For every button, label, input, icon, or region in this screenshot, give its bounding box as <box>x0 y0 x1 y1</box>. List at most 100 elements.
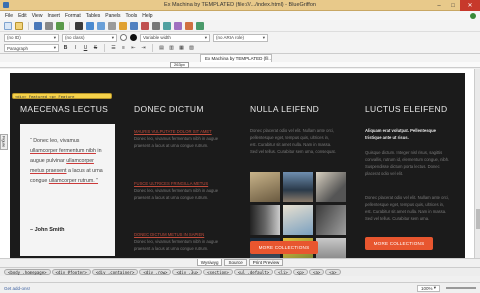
col4-text: convallis, rutrum id, elementum congue, … <box>365 157 450 162</box>
script-icon[interactable] <box>185 21 193 30</box>
tab-wysiwyg[interactable]: Wysiwyg <box>196 259 223 266</box>
more-collections-button[interactable]: MORE COLLECTIONS <box>365 237 433 250</box>
table-icon[interactable] <box>130 21 138 30</box>
close-button[interactable]: ✕ <box>460 0 480 11</box>
bg-color-icon[interactable] <box>130 34 137 41</box>
publish-icon[interactable] <box>56 21 64 30</box>
breadcrumb-item[interactable]: <div .3u> <box>172 269 203 275</box>
id-select[interactable]: (no ID) ▾ <box>4 33 59 42</box>
gallery-thumbnail[interactable] <box>283 172 313 202</box>
aria-select[interactable]: (no ARIA role) ▾ <box>213 33 268 42</box>
breadcrumb-item[interactable]: <li> <box>274 269 292 275</box>
menu-view[interactable]: View <box>32 13 43 19</box>
news-item-title[interactable]: DONEC DICTUM METUS IN SAPIEN <box>134 232 204 237</box>
zoom-slider[interactable] <box>446 287 476 289</box>
vertical-scrollbar[interactable] <box>474 69 480 258</box>
menu-bar: File Edit View Insert Format Tables Pane… <box>0 11 480 20</box>
editor-area[interactable]: <div> Featured <p> Feature MAECENAS LECT… <box>0 69 480 258</box>
form-icon[interactable] <box>141 21 149 30</box>
more-collections-button[interactable]: MORE COLLECTIONS <box>250 241 318 254</box>
news-item-title[interactable]: FUSCE ULTRICES FRINGILLA METUS <box>134 181 208 186</box>
attribute-toolbar: (no ID) ▾ (no class) ▾ Variable width ▾ (no… <box>0 32 480 43</box>
title-bar[interactable]: Ex Machina by TEMPLATED (file:///.../ind… <box>0 0 480 11</box>
align-right-icon[interactable]: ▦ <box>178 45 185 52</box>
col4-text: pellentesque eget, tempus quis, ultrices… <box>365 202 445 207</box>
col2-heading: DONEC DICTUM <box>134 104 204 114</box>
hr-icon[interactable] <box>152 21 160 30</box>
strikethrough-icon[interactable]: S <box>92 45 99 52</box>
menu-format[interactable]: Format <box>65 13 81 19</box>
document-tab[interactable]: Ex Machina by TEMPLATED (fil... <box>200 54 272 62</box>
breadcrumb-item[interactable]: <div .container> <box>91 269 139 275</box>
video-icon[interactable] <box>108 21 116 30</box>
new-document-icon[interactable] <box>4 21 12 30</box>
side-panel-tab[interactable]: Figure <box>0 134 8 150</box>
menu-edit[interactable]: Edit <box>18 13 27 19</box>
indent-icon[interactable]: ⇥ <box>140 45 147 52</box>
list-unordered-icon[interactable]: ☰ <box>110 45 117 52</box>
bold-icon[interactable]: B <box>62 45 69 52</box>
get-addons-link[interactable]: Get add-ons! <box>4 286 30 291</box>
breadcrumb-item[interactable]: <div .row> <box>139 269 172 275</box>
audio-icon[interactable] <box>119 21 127 30</box>
tab-source[interactable]: Source <box>224 259 247 266</box>
align-center-icon[interactable]: ▥ <box>168 45 175 52</box>
page-preview[interactable]: <div> Featured <p> Feature MAECENAS LECT… <box>10 73 465 258</box>
image-icon[interactable] <box>97 21 105 30</box>
menu-panels[interactable]: Panels <box>105 13 120 19</box>
scrollbar-thumb[interactable] <box>476 209 480 229</box>
breadcrumb-item[interactable]: <div #footer> <box>51 269 91 275</box>
breadcrumb-item[interactable]: <body .homepage> <box>4 269 51 275</box>
sync-icon[interactable] <box>470 12 476 19</box>
id-select-value: (no ID) <box>7 35 21 40</box>
list-ordered-icon[interactable]: ≡ <box>120 45 127 52</box>
open-icon[interactable] <box>15 21 23 30</box>
window-title: Ex Machina by TEMPLATED (file:///.../ind… <box>164 2 316 8</box>
gallery-thumbnail[interactable] <box>316 172 346 202</box>
text-color-icon[interactable] <box>120 34 127 41</box>
menu-file[interactable]: File <box>5 13 13 19</box>
svg-icon[interactable] <box>163 21 171 30</box>
style-icon[interactable] <box>174 21 182 30</box>
breadcrumb-item[interactable]: <a> <box>325 269 341 275</box>
breadcrumb-item[interactable]: <a> <box>309 269 325 275</box>
link-icon[interactable] <box>86 21 94 30</box>
breadcrumb-item[interactable]: <p> <box>292 269 309 275</box>
zoom-select[interactable]: 100% ▾ <box>416 284 440 292</box>
menu-tools[interactable]: Tools <box>126 13 138 19</box>
breadcrumb-item[interactable]: <section> <box>203 269 233 275</box>
tab-print-preview[interactable]: Print Preview <box>248 259 284 266</box>
menu-insert[interactable]: Insert <box>47 13 60 19</box>
italic-icon[interactable]: I <box>72 45 79 52</box>
underline-icon[interactable]: U <box>82 45 89 52</box>
gallery-thumbnail[interactable] <box>250 172 280 202</box>
menu-help[interactable]: Help <box>142 13 152 19</box>
news-item-title[interactable]: MAURIS VULPUTATE DOLOR SIT AMET <box>134 129 212 134</box>
maximize-button[interactable]: □ <box>446 0 460 11</box>
gallery-thumbnail[interactable] <box>316 238 346 258</box>
col3-heading: NULLA LEIFEND <box>250 104 320 114</box>
element-tag-badge[interactable]: <div> Featured <p> Feature <box>12 93 112 99</box>
menu-tables[interactable]: Tables <box>86 13 100 19</box>
minimize-button[interactable]: – <box>432 0 446 11</box>
news-item-text: praesent a lacus at urna congue rutrum. <box>134 143 209 148</box>
col4-text: Quisque dictum. Integer nisl risus, sagi… <box>365 150 443 155</box>
class-select[interactable]: (no class) ▾ <box>62 33 117 42</box>
gallery-thumbnail[interactable] <box>250 205 280 235</box>
spellcheck-icon[interactable] <box>196 21 204 30</box>
breadcrumb-item[interactable]: <ul .default> <box>233 269 274 275</box>
testimonial-card: “ Donec leo, vivamus ullamcorper ferment… <box>20 124 115 256</box>
save-all-icon[interactable] <box>45 21 53 30</box>
align-left-icon[interactable]: ▤ <box>158 45 165 52</box>
outdent-icon[interactable]: ⇤ <box>130 45 137 52</box>
save-icon[interactable] <box>34 21 42 30</box>
align-justify-icon[interactable]: ▧ <box>188 45 195 52</box>
paragraph-select[interactable]: Paragraph ▾ <box>4 44 59 52</box>
font-select[interactable]: Variable width ▾ <box>140 33 210 42</box>
gallery-thumbnail[interactable] <box>316 205 346 235</box>
format-toolbar: Paragraph ▾ B I U S ☰ ≡ ⇤ ⇥ ▤ ▥ ▦ ▧ <box>0 43 480 54</box>
news-item-text: Donec leo, vivamus fermentum nibh in aug… <box>134 136 219 141</box>
gallery-thumbnail[interactable] <box>283 205 313 235</box>
anchor-icon[interactable] <box>75 21 83 30</box>
col4-text: Suspendisse dictum porta lectus. Donec <box>365 164 440 169</box>
